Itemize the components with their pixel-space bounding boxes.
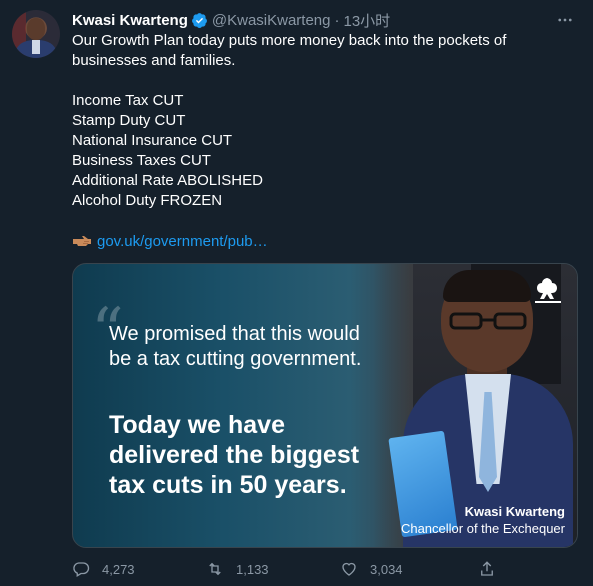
like-button[interactable]: 3,034 bbox=[340, 560, 403, 578]
more-icon[interactable] bbox=[552, 10, 578, 30]
share-button[interactable] bbox=[478, 560, 508, 578]
portrait-hair bbox=[443, 270, 531, 302]
tweet-time[interactable]: 13小时 bbox=[343, 10, 390, 31]
tweet-text-line: businesses and families. bbox=[72, 52, 236, 69]
card-quote: We promised that this would be a tax cut… bbox=[109, 323, 362, 370]
avatar-shirt bbox=[32, 40, 40, 54]
retweet-button[interactable]: 1,133 bbox=[206, 560, 269, 578]
author-handle[interactable]: @KwasiKwarteng bbox=[212, 12, 331, 29]
pointing-hand-icon bbox=[72, 234, 92, 248]
retweet-icon bbox=[209, 562, 221, 576]
verified-badge-icon bbox=[191, 12, 208, 29]
tweet[interactable]: Kwasi Kwarteng @KwasiKwarteng · 13小时 Our… bbox=[0, 0, 593, 586]
card-caption-title: Chancellor of the Exchequer bbox=[400, 521, 565, 536]
avatar-face bbox=[27, 18, 45, 40]
share-icon bbox=[481, 561, 493, 576]
author-name[interactable]: Kwasi Kwarteng bbox=[72, 12, 188, 29]
tweet-text-line: Income Tax CUT bbox=[72, 92, 184, 109]
reply-count: 4,273 bbox=[102, 561, 135, 577]
tweet-text-line: Stamp Duty CUT bbox=[72, 112, 186, 129]
tweet-text-line: Business Taxes CUT bbox=[72, 152, 211, 169]
avatar[interactable] bbox=[12, 10, 60, 58]
portrait-glasses bbox=[449, 312, 527, 330]
tweet-text-line: Alcohol Duty FROZEN bbox=[72, 192, 223, 209]
reply-icon bbox=[73, 562, 90, 577]
separator-dot: · bbox=[334, 11, 340, 29]
tweet-text-line: National Insurance CUT bbox=[72, 132, 233, 149]
crown-tree-icon bbox=[531, 276, 565, 306]
media-card[interactable]: “ We promised that this would be a tax c… bbox=[72, 263, 578, 548]
article-link[interactable]: gov.uk/government/pub… bbox=[97, 233, 268, 250]
tweet-text-line: Additional Rate ABOLISHED bbox=[72, 172, 263, 189]
card-headline: Today we have delivered the biggest tax … bbox=[109, 411, 360, 499]
like-icon bbox=[342, 562, 356, 576]
link-row: gov.uk/government/pub… bbox=[72, 231, 268, 251]
like-count: 3,034 bbox=[370, 561, 403, 577]
card-caption-name: Kwasi Kwarteng bbox=[464, 504, 565, 519]
tweet-text-line bbox=[72, 71, 572, 91]
tweet-text-line: Our Growth Plan today puts more money ba… bbox=[72, 32, 507, 49]
tweet-text: Our Growth Plan today puts more money ba… bbox=[72, 31, 572, 211]
tweet-actions: 4,273 1,133 3,034 bbox=[72, 560, 502, 582]
tweet-header: Kwasi Kwarteng @KwasiKwarteng · 13小时 bbox=[72, 10, 582, 30]
retweet-count: 1,133 bbox=[236, 561, 269, 577]
reply-button[interactable]: 4,273 bbox=[72, 560, 135, 578]
